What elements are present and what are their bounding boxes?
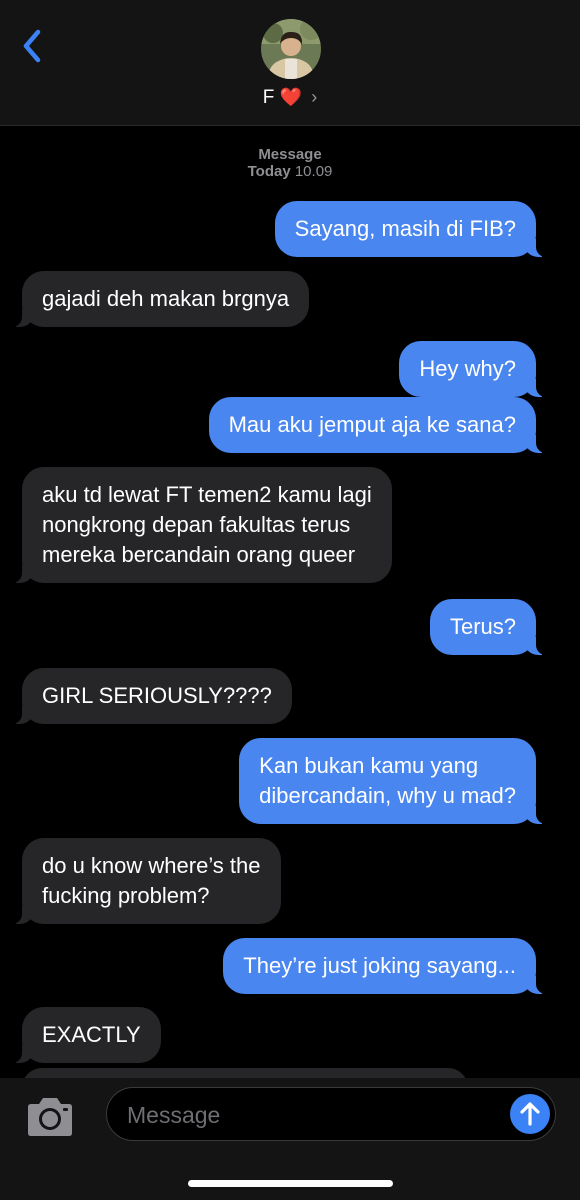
- timestamp: Today 10.09: [0, 163, 580, 180]
- message-text: gajadi deh makan brgnya: [42, 286, 290, 311]
- chevron-left-icon: [23, 29, 41, 63]
- message-text: Terus?: [449, 614, 516, 639]
- message-line: nongkrong depan fakultas terus: [42, 512, 351, 537]
- message-text: GIRL SERIOUSLY????: [42, 683, 272, 708]
- message-bubble-incoming[interactable]: EXACTLY: [10, 1007, 161, 1063]
- message-bubble-incoming[interactable]: gajadi deh makan brgnya: [9, 271, 310, 327]
- conversation-header: F ❤️ ›: [0, 0, 580, 126]
- message-bubble-incoming[interactable]: GIRL SERIOUSLY????: [10, 668, 292, 724]
- send-button[interactable]: [510, 1094, 550, 1134]
- service-label: Message: [258, 146, 322, 163]
- message-text: Sayang, masih di FIB?: [294, 216, 516, 241]
- message-line: Kan bukan kamu yang: [259, 753, 479, 778]
- back-button[interactable]: [18, 26, 48, 66]
- contact-name[interactable]: F ❤️ ›: [0, 84, 580, 111]
- message-text: Hey why?: [419, 356, 516, 381]
- timestamp-time: 10.09: [294, 163, 333, 180]
- message-input[interactable]: [127, 1098, 497, 1132]
- message-text: Mau aku jemput aja ke sana?: [228, 412, 516, 437]
- message-line: aku td lewat FT temen2 kamu lagi: [42, 482, 372, 507]
- camera-button[interactable]: [24, 1096, 76, 1138]
- heart-icon: ❤️: [279, 87, 303, 107]
- arrow-up-icon: [520, 1102, 540, 1126]
- message-text: EXACTLY: [42, 1022, 141, 1047]
- message-line: mereka bercandain orang queer: [42, 542, 356, 567]
- message-bubble-outgoing[interactable]: Kan bukan kamu yang dibercandain, why u …: [239, 738, 548, 824]
- message-line: fucking problem?: [42, 883, 210, 908]
- message-bubble-outgoing[interactable]: Terus?: [429, 599, 549, 655]
- avatar-photo: [261, 19, 321, 79]
- message-input-field[interactable]: [106, 1087, 556, 1141]
- message-bubble-incoming[interactable]: do u know where’s the fucking problem?: [10, 838, 281, 924]
- message-bubble-incoming[interactable]: aku td lewat FT temen2 kamu lagi nongkro…: [10, 467, 392, 583]
- message-bubble-outgoing[interactable]: Sayang, masih di FIB?: [274, 201, 549, 257]
- avatar[interactable]: [261, 19, 321, 79]
- message-bubble-outgoing[interactable]: They’re just joking sayang...: [223, 938, 548, 994]
- timestamp-day: Today: [247, 163, 291, 180]
- message-line: dibercandain, why u mad?: [259, 783, 516, 808]
- message-bubble-outgoing[interactable]: Hey why?: [399, 341, 548, 397]
- chevron-right-icon: ›: [311, 87, 318, 107]
- message-text: They’re just joking sayang...: [243, 953, 516, 978]
- contact-name-text: F: [262, 87, 275, 108]
- home-indicator[interactable]: [188, 1180, 393, 1187]
- message-line: do u know where’s the: [42, 853, 261, 878]
- message-bubble-outgoing[interactable]: Mau aku jemput aja ke sana?: [208, 397, 549, 453]
- camera-icon: [28, 1098, 72, 1136]
- conversation-meta: Message Today 10.09: [0, 146, 580, 180]
